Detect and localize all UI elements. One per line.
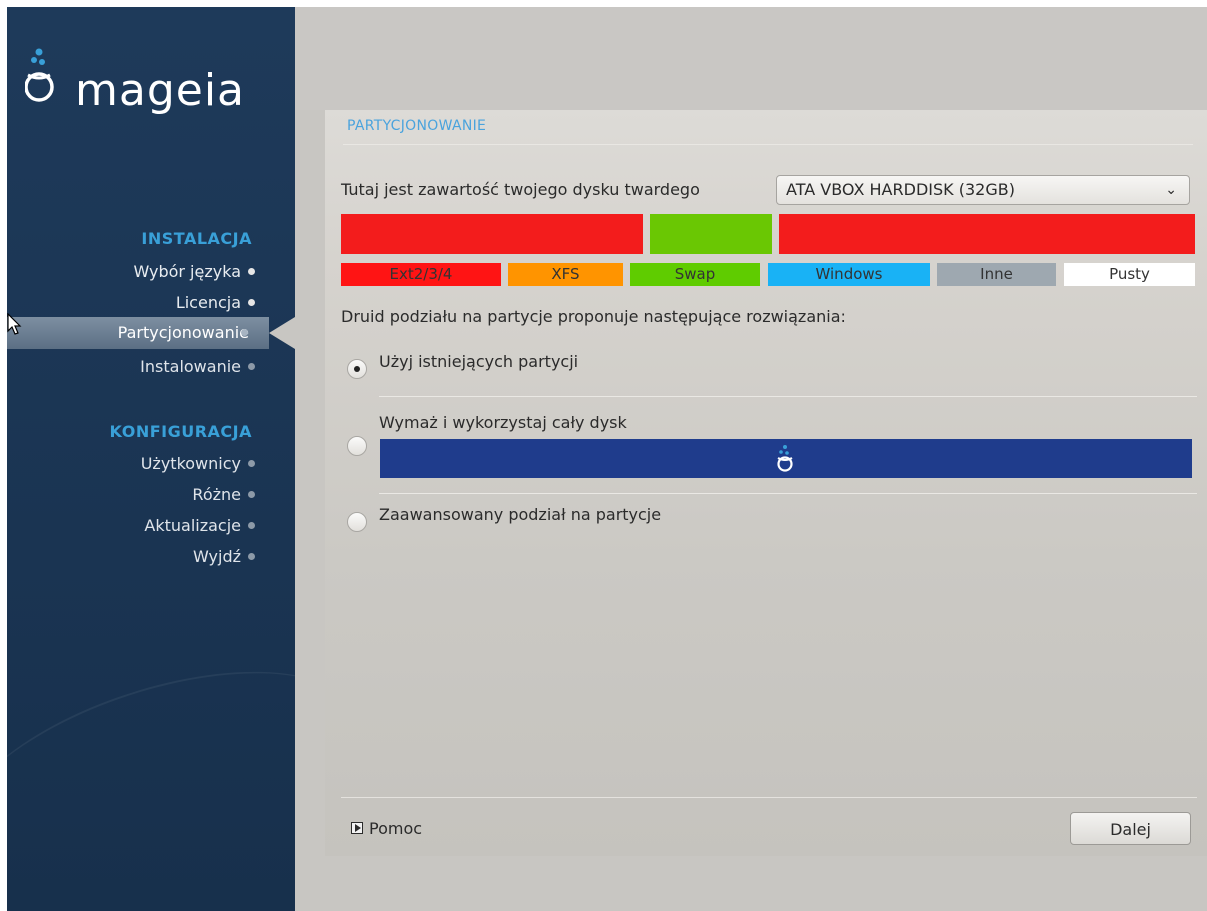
druid-description: Druid podziału na partycje proponuje nas… xyxy=(341,307,846,326)
option-erase-disk-label[interactable]: Wymaż i wykorzystaj cały dysk xyxy=(379,413,627,432)
installer-window: mageia INSTALACJA Wybór języka Licencja … xyxy=(7,7,1207,911)
divider xyxy=(341,797,1197,798)
help-label: Pomoc xyxy=(369,819,423,838)
expand-triangle-icon xyxy=(351,821,363,834)
legend-empty: Pusty xyxy=(1064,263,1195,286)
step-pending-dot-icon xyxy=(248,553,255,560)
radio-erase-disk[interactable] xyxy=(347,436,367,456)
divider xyxy=(379,396,1197,397)
partition-ext4[interactable] xyxy=(341,214,643,254)
step-misc: Różne xyxy=(192,481,255,509)
step-label: Użytkownicy xyxy=(140,454,241,473)
step-done-dot-icon xyxy=(248,268,255,275)
mageia-cauldron-icon xyxy=(25,48,54,102)
step-label: Wyjdź xyxy=(192,547,241,566)
divider xyxy=(379,493,1197,494)
step-updates: Aktualizacje xyxy=(144,512,255,540)
step-done-dot-icon xyxy=(248,299,255,306)
step-pending-dot-icon xyxy=(248,460,255,467)
legend-xfs: XFS xyxy=(508,263,623,286)
legend-windows: Windows xyxy=(768,263,930,286)
disk-label: Tutaj jest zawartość twojego dysku tward… xyxy=(341,180,700,199)
disk-select-value: ATA VBOX HARDDISK (32GB) xyxy=(786,180,1015,199)
partition-ext4[interactable] xyxy=(779,214,1195,254)
step-pending-dot-icon xyxy=(248,363,255,370)
step-pending-dot-icon xyxy=(248,522,255,529)
disk-select[interactable]: ATA VBOX HARDDISK (32GB) ⌄ xyxy=(776,175,1190,205)
divider xyxy=(343,144,1193,145)
step-pending-dot-icon xyxy=(248,491,255,498)
step-label: Licencja xyxy=(175,293,241,312)
sidebar: mageia INSTALACJA Wybór języka Licencja … xyxy=(7,7,295,911)
step-language: Wybór języka xyxy=(133,258,255,286)
section-title-konfiguracja: KONFIGURACJA xyxy=(109,422,252,441)
logo-text: mageia xyxy=(75,65,246,116)
step-users: Użytkownicy xyxy=(141,450,255,478)
next-button[interactable]: Dalej xyxy=(1070,812,1191,845)
step-exit: Wyjdź xyxy=(193,543,255,571)
step-license: Licencja xyxy=(176,289,255,317)
chevron-down-icon: ⌄ xyxy=(1165,182,1177,198)
section-title-instalacja: INSTALACJA xyxy=(141,229,252,248)
partition-map xyxy=(341,214,1195,254)
legend-other: Inne xyxy=(937,263,1056,286)
legend-swap: Swap xyxy=(630,263,760,286)
active-step-pointer-icon xyxy=(269,317,295,349)
step-installing: Instalowanie xyxy=(140,353,255,381)
step-label: Instalowanie xyxy=(140,357,241,376)
legend-ext234: Ext2/3/4 xyxy=(341,263,501,286)
page-title: PARTYCJONOWANIE xyxy=(347,118,487,134)
partition-legend: Ext2/3/4 XFS Swap Windows Inne Pusty xyxy=(341,263,1195,286)
radio-use-existing[interactable] xyxy=(347,359,367,379)
help-toggle[interactable]: Pomoc xyxy=(351,819,422,839)
step-label: Różne xyxy=(192,485,241,504)
step-label: Wybór języka xyxy=(133,262,241,281)
mouse-pointer-icon xyxy=(7,313,22,335)
mageia-cauldron-icon xyxy=(777,445,793,472)
step-label: Aktualizacje xyxy=(144,516,241,535)
partition-swap[interactable] xyxy=(650,214,772,254)
option-advanced-label[interactable]: Zaawansowany podział na partycje xyxy=(379,505,661,524)
step-label: Partycjonowanie xyxy=(117,323,249,342)
step-partitioning-active: Partycjonowanie xyxy=(7,317,295,349)
erase-disk-preview-bar xyxy=(380,439,1192,478)
option-use-existing-label[interactable]: Użyj istniejących partycji xyxy=(379,352,578,371)
mageia-logo: mageia xyxy=(25,47,285,117)
step-active-dot-icon xyxy=(241,329,248,336)
radio-advanced[interactable] xyxy=(347,512,367,532)
main-panel: PARTYCJONOWANIE Tutaj jest zawartość two… xyxy=(325,110,1207,856)
